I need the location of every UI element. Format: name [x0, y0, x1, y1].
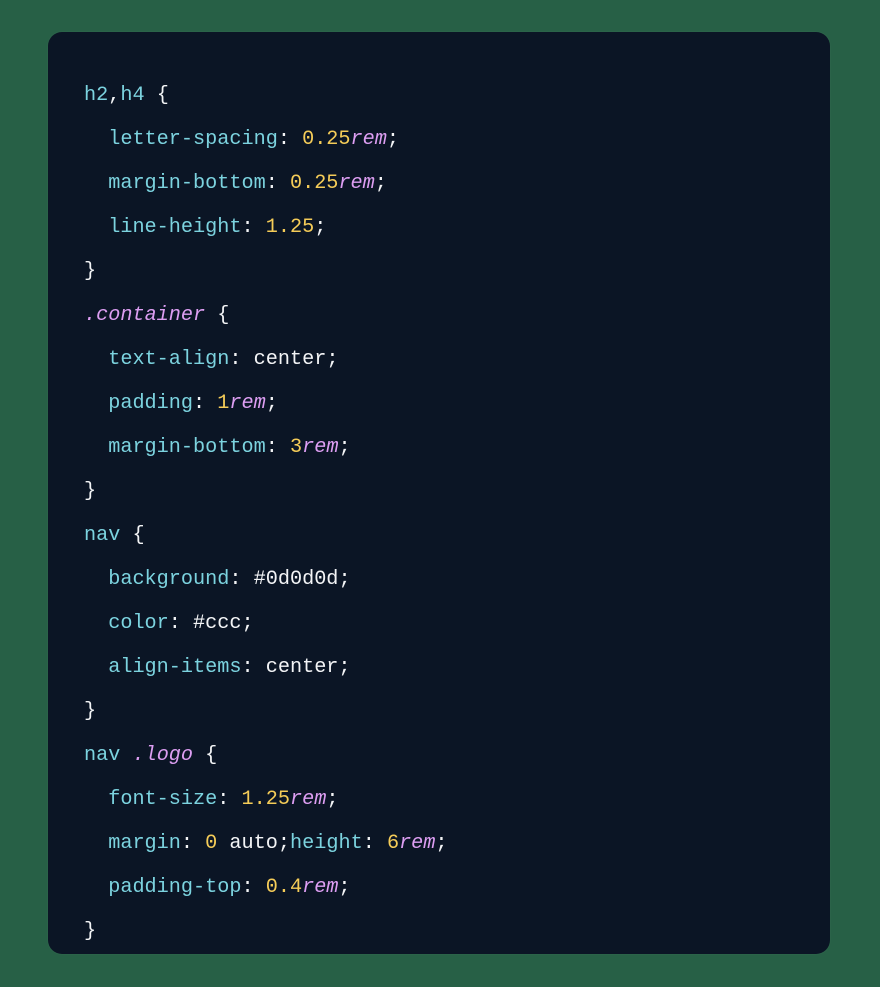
property-token: text-align [108, 348, 229, 371]
property-token: color [108, 612, 169, 635]
property-token: font-size [108, 788, 217, 811]
semicolon-token: ; [326, 348, 338, 371]
number-token: 1.25 [266, 216, 314, 239]
code-line: nav .logo { [84, 744, 217, 767]
unit-token: rem [338, 172, 374, 195]
class-selector-token: .container [84, 304, 205, 327]
code-line: } [84, 260, 96, 283]
semicolon-token: ; [242, 612, 254, 635]
code-line: background: #0d0d0d; [84, 568, 351, 591]
property-token: letter-spacing [108, 128, 278, 151]
unit-token: rem [351, 128, 387, 151]
colon-token: : [169, 612, 181, 635]
property-token: margin [108, 832, 181, 855]
code-line: .container { [84, 304, 229, 327]
colon-token: : [217, 788, 229, 811]
code-line: padding: 1rem; [84, 392, 278, 415]
selector-token: h2 [84, 84, 108, 107]
number-token: 6 [387, 832, 399, 855]
code-line: line-height: 1.25; [84, 216, 326, 239]
property-token: margin-bottom [108, 436, 266, 459]
semicolon-token: ; [278, 832, 290, 855]
number-token: 0.4 [266, 876, 302, 899]
code-line: letter-spacing: 0.25rem; [84, 128, 399, 151]
property-token: align-items [108, 656, 241, 679]
brace-close-token: } [84, 480, 96, 503]
property-token: padding [108, 392, 193, 415]
number-token: 1.25 [242, 788, 290, 811]
semicolon-token: ; [326, 788, 338, 811]
value-token: center [266, 656, 339, 679]
code-line: padding-top: 0.4rem; [84, 876, 351, 899]
unit-token: rem [302, 436, 338, 459]
number-token: 1 [217, 392, 229, 415]
brace-open-token: { [205, 744, 217, 767]
class-selector-token: .logo [132, 744, 193, 767]
code-line: } [84, 700, 96, 723]
colon-token: : [266, 436, 278, 459]
number-token: 3 [290, 436, 302, 459]
unit-token: rem [229, 392, 265, 415]
code-block-card: h2,h4 { letter-spacing: 0.25rem; margin-… [48, 32, 830, 954]
semicolon-token: ; [338, 876, 350, 899]
property-token: background [108, 568, 229, 591]
brace-close-token: } [84, 700, 96, 723]
colon-token: : [266, 172, 278, 195]
code-line: color: #ccc; [84, 612, 254, 635]
semicolon-token: ; [314, 216, 326, 239]
selector-token: nav [84, 524, 120, 547]
property-token: height [290, 832, 363, 855]
unit-token: rem [290, 788, 326, 811]
code-line: font-size: 1.25rem; [84, 788, 338, 811]
code-line: align-items: center; [84, 656, 351, 679]
semicolon-token: ; [266, 392, 278, 415]
value-token: center [254, 348, 327, 371]
unit-token: rem [399, 832, 435, 855]
semicolon-token: ; [338, 436, 350, 459]
colon-token: : [181, 832, 193, 855]
colon-token: : [229, 568, 241, 591]
code-line: margin-bottom: 0.25rem; [84, 172, 387, 195]
value-token: auto [229, 832, 277, 855]
semicolon-token: ; [375, 172, 387, 195]
semicolon-token: ; [387, 128, 399, 151]
code-line: } [84, 920, 96, 943]
colon-token: : [278, 128, 290, 151]
code-line: text-align: center; [84, 348, 338, 371]
colon-token: : [241, 876, 253, 899]
code-line: margin-bottom: 3rem; [84, 436, 351, 459]
value-token: #0d0d0d [254, 568, 339, 591]
property-token: margin-bottom [108, 172, 266, 195]
semicolon-token: ; [435, 832, 447, 855]
selector-token: nav [84, 744, 120, 767]
colon-token: : [363, 832, 375, 855]
code-line: nav { [84, 524, 145, 547]
comma-token: , [108, 84, 120, 107]
property-token: line-height [108, 216, 241, 239]
code-line: margin: 0 auto;height: 6rem; [84, 832, 448, 855]
colon-token: : [229, 348, 241, 371]
number-token: 0 [205, 832, 217, 855]
brace-open-token: { [132, 524, 144, 547]
brace-open-token: { [157, 84, 169, 107]
semicolon-token: ; [338, 568, 350, 591]
brace-open-token: { [217, 304, 229, 327]
value-token: #ccc [193, 612, 241, 635]
number-token: 0.25 [302, 128, 350, 151]
unit-token: rem [302, 876, 338, 899]
number-token: 0.25 [290, 172, 338, 195]
css-code-block: h2,h4 { letter-spacing: 0.25rem; margin-… [84, 74, 794, 954]
property-token: padding-top [108, 876, 241, 899]
brace-close-token: } [84, 260, 96, 283]
code-line: } [84, 480, 96, 503]
colon-token: : [241, 216, 253, 239]
semicolon-token: ; [338, 656, 350, 679]
brace-close-token: } [84, 920, 96, 943]
selector-token: h4 [120, 84, 144, 107]
colon-token: : [241, 656, 253, 679]
code-line: h2,h4 { [84, 84, 169, 107]
colon-token: : [193, 392, 205, 415]
